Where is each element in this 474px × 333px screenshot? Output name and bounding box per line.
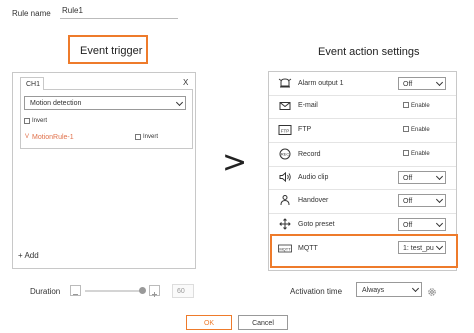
- email-enable-label: Enable: [411, 103, 430, 109]
- rule-name-input[interactable]: [60, 3, 178, 19]
- svg-text:REC: REC: [281, 152, 290, 157]
- arrow-sign: >: [222, 145, 248, 180]
- email-icon: [278, 100, 292, 112]
- email-label: E-mail: [298, 102, 318, 109]
- goto-preset-label: Goto preset: [298, 221, 335, 228]
- activation-time-select[interactable]: Always: [356, 282, 422, 297]
- add-button[interactable]: + Add: [18, 251, 39, 260]
- record-icon: REC: [278, 148, 292, 160]
- handover-value: Off: [403, 198, 413, 205]
- chevron-down-icon: [435, 195, 444, 204]
- row-divider: [269, 213, 456, 214]
- motion-rule-invert-label: Invert: [143, 134, 159, 140]
- record-label: Record: [298, 151, 321, 158]
- row-divider: [269, 95, 456, 96]
- chevron-down-icon: [435, 172, 444, 181]
- mqtt-value: 1: test_pu: [403, 245, 434, 252]
- motion-rule-label: MotionRule-1: [32, 134, 74, 141]
- row-divider: [269, 189, 456, 190]
- record-enable-label: Enable: [411, 151, 430, 157]
- trigger-type-value: Motion detection: [30, 100, 82, 107]
- mqtt-label: MQTT: [298, 245, 318, 252]
- chevron-down-icon: [435, 78, 444, 87]
- goto-preset-select[interactable]: Off: [398, 218, 446, 231]
- audio-clip-value: Off: [403, 175, 413, 182]
- chevron-down-icon: [175, 98, 184, 107]
- mqtt-select[interactable]: 1: test_pu: [398, 241, 446, 254]
- row-divider: [269, 118, 456, 119]
- duration-value-field[interactable]: 60: [172, 284, 194, 298]
- event-action-heading: Event action settings: [318, 46, 420, 58]
- audio-clip-select[interactable]: Off: [398, 171, 446, 184]
- event-trigger-heading: Event trigger: [80, 45, 143, 57]
- audio-clip-icon: [278, 171, 292, 183]
- duration-slider-track[interactable]: [85, 290, 143, 292]
- cancel-button-label: Cancel: [252, 320, 274, 327]
- ftp-label: FTP: [298, 126, 312, 133]
- goto-preset-icon: [278, 218, 292, 230]
- ok-button-label: OK: [203, 320, 215, 327]
- motion-rule-invert-checkbox[interactable]: [135, 134, 141, 140]
- handover-select[interactable]: Off: [398, 194, 446, 207]
- tab-ch1-label: CH1: [26, 81, 41, 88]
- ftp-icon: FTP: [278, 124, 292, 136]
- ftp-enable-label: Enable: [411, 127, 430, 133]
- audio-clip-label: Audio clip: [298, 174, 329, 181]
- handover-icon: [278, 194, 292, 206]
- alarm-output-label: Alarm output 1: [298, 80, 344, 87]
- tab-ch1[interactable]: CH1: [20, 77, 44, 90]
- invert-label: Invert: [32, 118, 48, 124]
- duration-label: Duration: [30, 287, 61, 296]
- chevron-down-icon: [435, 219, 444, 228]
- collapse-chevron-icon[interactable]: V: [25, 134, 29, 140]
- activation-time-value: Always: [362, 287, 385, 294]
- gear-icon[interactable]: [427, 284, 437, 296]
- alarm-output-select[interactable]: Off: [398, 77, 446, 90]
- goto-preset-value: Off: [403, 222, 413, 229]
- svg-text:FTP: FTP: [281, 128, 290, 133]
- duration-decrease-button[interactable]: [70, 285, 81, 296]
- row-divider: [269, 142, 456, 143]
- alarm-output-icon: [278, 77, 292, 89]
- row-divider: [269, 166, 456, 167]
- cancel-button[interactable]: Cancel: [238, 315, 288, 330]
- ftp-enable-checkbox[interactable]: [403, 126, 409, 132]
- record-enable-checkbox[interactable]: [403, 150, 409, 156]
- close-icon[interactable]: X: [183, 78, 188, 87]
- duration-slider-thumb[interactable]: [139, 287, 146, 294]
- chevron-down-icon: [411, 284, 420, 293]
- invert-checkbox[interactable]: [24, 118, 30, 124]
- rule-name-label: Rule name: [12, 9, 51, 18]
- email-enable-checkbox[interactable]: [403, 102, 409, 108]
- svg-text:MQTT: MQTT: [279, 246, 291, 251]
- duration-increase-button[interactable]: [149, 285, 160, 297]
- ok-button[interactable]: OK: [186, 315, 232, 330]
- duration-value: 60: [177, 288, 185, 295]
- handover-label: Handover: [298, 197, 329, 204]
- chevron-down-icon: [435, 242, 444, 251]
- alarm-output-value: Off: [403, 81, 413, 88]
- mqtt-icon: MQTT: [278, 243, 292, 255]
- activation-time-label: Activation time: [290, 287, 343, 296]
- trigger-type-select[interactable]: Motion detection: [24, 96, 186, 110]
